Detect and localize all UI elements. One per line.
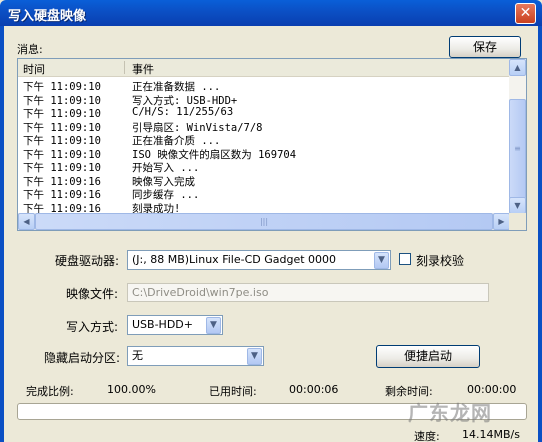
log-header: 时间 事件 [18, 59, 510, 77]
save-button[interactable]: 保存 [449, 36, 521, 58]
vertical-scrollbar[interactable]: ▲ ≡ ▼ [509, 59, 526, 214]
log-event: C/H/S: 11/255/63 [132, 106, 234, 118]
horizontal-scroll-thumb[interactable]: ||| [35, 213, 493, 230]
log-row[interactable]: 下午 11:09:10 正在准备数据 ... [18, 79, 510, 93]
write-mode-select[interactable]: USB-HDD+ ▼ [127, 315, 223, 335]
scroll-down-icon[interactable]: ▼ [509, 197, 526, 214]
hidden-partition-value: 无 [132, 349, 143, 362]
chevron-down-icon[interactable]: ▼ [374, 252, 389, 269]
log-listview[interactable]: 时间 事件 下午 11:09:10 正在准备数据 ... 下午 11:09:10 写入… [17, 58, 527, 231]
chevron-down-icon[interactable]: ▼ [247, 348, 262, 365]
scrollbar-corner [509, 213, 526, 230]
log-row[interactable]: 下午 11:09:10 引导扇区: WinVista/7/8 [18, 120, 510, 134]
hidden-partition-select[interactable]: 无 ▼ [127, 346, 264, 366]
log-row[interactable]: 下午 11:09:16 刻录成功! [18, 201, 510, 215]
log-row[interactable]: 下午 11:09:10 正在准备介质 ... [18, 133, 510, 147]
image-file-field[interactable]: C:\DriveDroid\win7pe.iso [127, 283, 489, 302]
hidden-partition-label: 隐藏启动分区: [44, 351, 121, 365]
write-mode-value: USB-HDD+ [132, 318, 193, 331]
column-time[interactable]: 时间 [23, 61, 45, 77]
vertical-scroll-thumb[interactable]: ≡ [509, 99, 526, 199]
image-file-label: 映像文件: [66, 287, 119, 301]
write-mode-label: 写入方式: [66, 320, 119, 334]
horizontal-scrollbar[interactable]: ◀ ||| ▶ [18, 213, 510, 230]
log-row[interactable]: 下午 11:09:10 写入方式: USB-HDD+ [18, 93, 510, 107]
chevron-down-icon[interactable]: ▼ [206, 317, 221, 334]
elapsed-value: 00:00:06 [289, 383, 339, 396]
complete-value: 100.00% [107, 383, 156, 396]
window-title: 写入硬盘映像 [8, 9, 87, 24]
speed-value: 14.14MB/s [462, 428, 520, 441]
log-row[interactable]: 下午 11:09:16 同步缓存 ... [18, 187, 510, 201]
watermark: 广东龙网 [408, 401, 492, 425]
column-event[interactable]: 事件 [132, 61, 154, 77]
log-row[interactable]: 下午 11:09:10 开始写入 ... [18, 160, 510, 174]
scroll-up-icon[interactable]: ▲ [509, 59, 526, 76]
speed-label: 速度: [414, 430, 440, 442]
log-row[interactable]: 下午 11:09:10 C/H/S: 11/255/63 [18, 106, 510, 120]
drive-label: 硬盘驱动器: [55, 254, 120, 268]
column-divider[interactable] [124, 61, 125, 74]
log-row[interactable]: 下午 11:09:16 映像写入完成 [18, 174, 510, 188]
verify-checkbox[interactable] [399, 253, 411, 265]
complete-label: 完成比例: [26, 385, 74, 398]
quick-boot-button[interactable]: 便捷启动 [376, 345, 480, 368]
log-row[interactable]: 下午 11:09:10 ISO 映像文件的扇区数为 169704 [18, 147, 510, 161]
close-button[interactable]: ✕ [515, 3, 536, 24]
title-bar: 写入硬盘映像 ✕ [0, 0, 542, 26]
log-rows: 下午 11:09:10 正在准备数据 ... 下午 11:09:10 写入方式: US… [18, 79, 510, 215]
drive-select[interactable]: (J:, 88 MB)Linux File-CD Gadget 0000 ▼ [127, 250, 391, 270]
drive-value: (J:, 88 MB)Linux File-CD Gadget 0000 [132, 253, 337, 266]
messages-label: 消息: [17, 43, 43, 56]
verify-label: 刻录校验 [416, 254, 465, 268]
remaining-value: 00:00:00 [467, 383, 517, 396]
scroll-right-icon[interactable]: ▶ [493, 213, 510, 230]
elapsed-label: 已用时间: [209, 385, 257, 398]
scroll-left-icon[interactable]: ◀ [18, 213, 35, 230]
window-frame-right [538, 26, 542, 442]
window-frame-left [0, 26, 4, 442]
